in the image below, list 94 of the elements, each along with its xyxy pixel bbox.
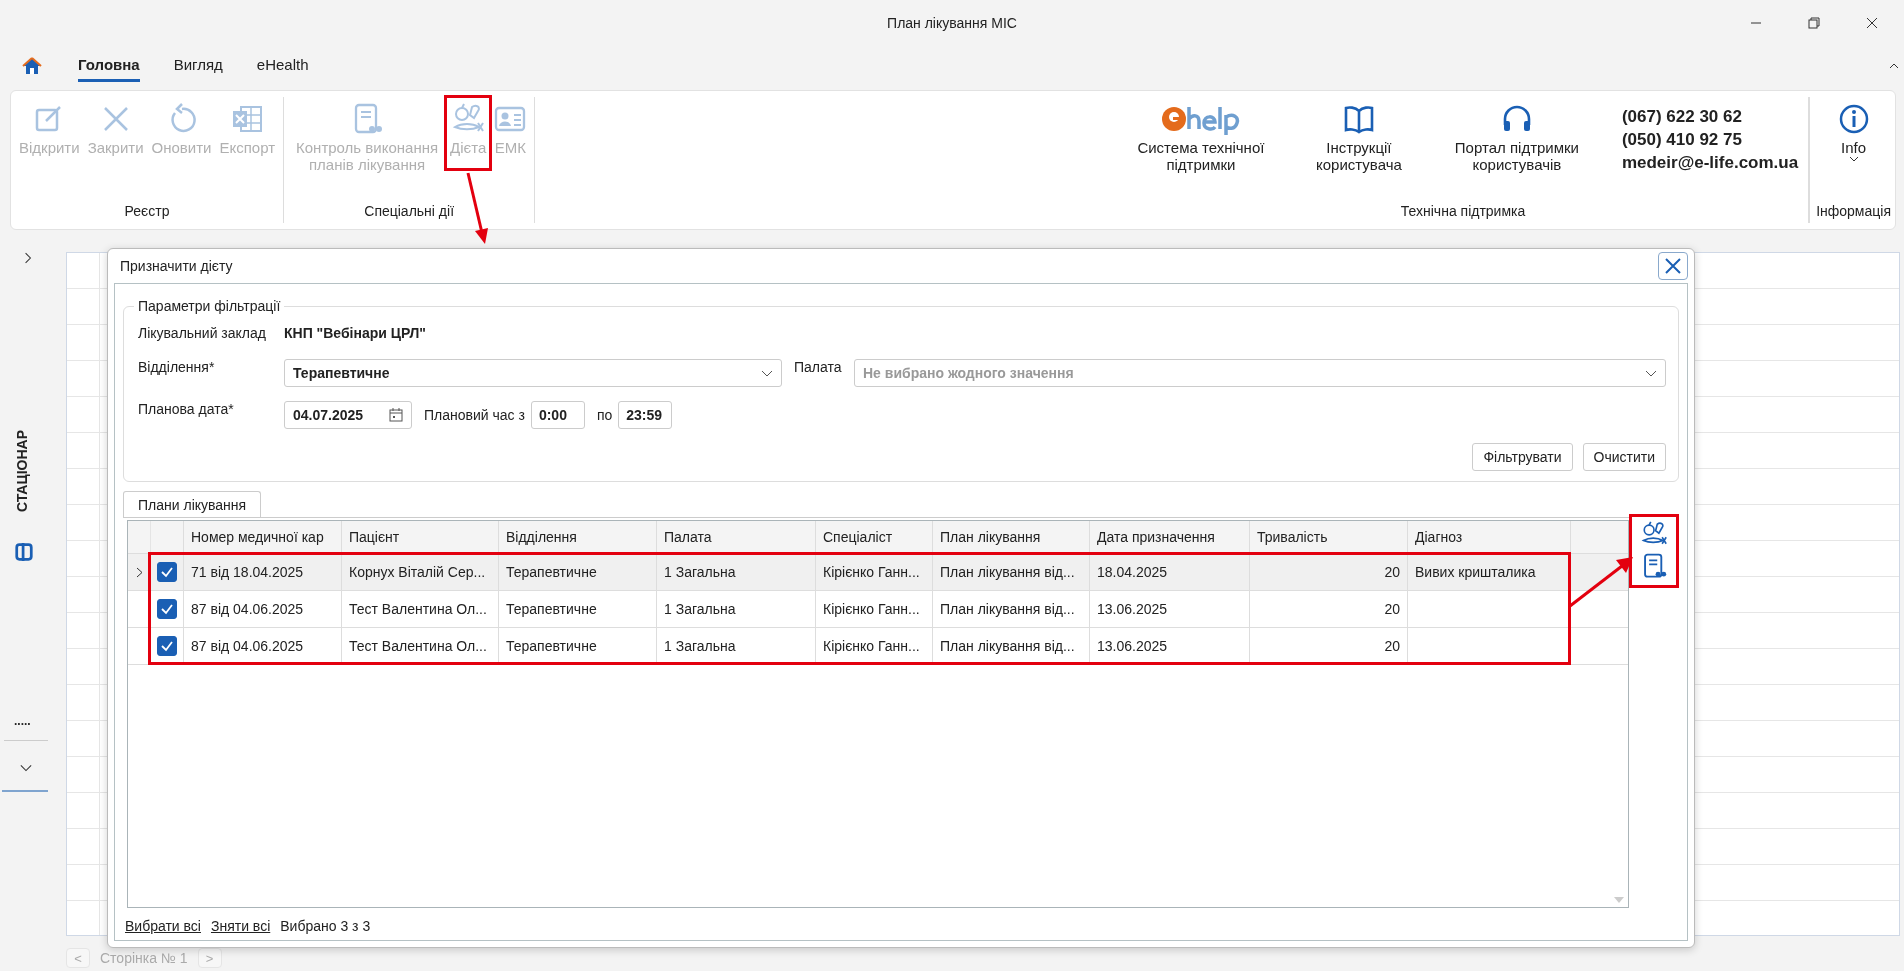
table-cell: 87 від 04.06.2025: [191, 601, 304, 617]
close-icon: [1665, 258, 1681, 274]
phone-number: (067) 622 30 62: [1621, 107, 1743, 127]
table-cell: Терапевтичне: [506, 564, 597, 580]
table-cell: План лікування від...: [940, 638, 1075, 654]
filter-button[interactable]: Фільтрувати: [1472, 443, 1573, 471]
chevron-down-icon: [1645, 369, 1657, 377]
table-cell: 1 Загальна: [664, 601, 736, 617]
ribbon-tab[interactable]: Головна: [78, 50, 140, 82]
spreadsheet-icon: [231, 103, 264, 135]
table-cell: Корнух Віталій Сер...: [349, 564, 486, 580]
group-title: Параметри фільтрації: [134, 298, 285, 314]
column-header[interactable]: Пацієнт: [342, 521, 499, 553]
check-icon: [160, 639, 174, 653]
field-label: Планова дата*: [138, 401, 235, 417]
dialog-title: Призначити дієту: [120, 258, 233, 274]
chevron-down-icon: [1848, 156, 1859, 162]
table-cell: Терапевтичне: [506, 601, 597, 617]
table-cell: Терапевтичне: [506, 638, 597, 654]
column-header[interactable]: Діагноз: [1408, 521, 1571, 553]
table-cell: 87 від 04.06.2025: [191, 638, 304, 654]
field-label: Відділення*: [138, 359, 216, 375]
time-to-field[interactable]: 23:59: [618, 401, 673, 429]
food-icon: [1641, 521, 1668, 547]
field-label: Лікувальний заклад: [138, 325, 267, 341]
check-icon: [160, 565, 174, 579]
row-checkbox[interactable]: [157, 599, 177, 619]
column-header[interactable]: Палата: [657, 521, 816, 553]
more-label[interactable]: .....: [14, 714, 31, 728]
department-dropdown[interactable]: Терапевтичне: [284, 359, 782, 387]
document-binoculars-icon: [1641, 553, 1668, 579]
section-label[interactable]: СТАЦІОНАР: [14, 430, 30, 513]
table-cell: 13.06.2025: [1097, 601, 1168, 617]
table-cell: 13.06.2025: [1097, 638, 1168, 654]
field-label: по: [596, 407, 613, 423]
column-header[interactable]: Спеціаліст: [816, 521, 933, 553]
field-label: Палата: [794, 359, 843, 375]
table-cell: 71 від 18.04.2025: [191, 564, 304, 580]
expand-icon[interactable]: [24, 252, 32, 264]
time-from-field[interactable]: 0:00: [530, 401, 585, 429]
group-label: Технічна підтримка: [1400, 203, 1526, 221]
ribbon-button[interactable]: Інструкції користувача: [1279, 99, 1438, 177]
chevron-down-icon[interactable]: [20, 764, 32, 772]
table-cell: 20: [1384, 601, 1400, 617]
table-cell: Тест Валентина Ол...: [349, 601, 487, 617]
ribbon-tab[interactable]: eHealth: [256, 50, 309, 82]
table-cell: 1 Загальна: [664, 564, 736, 580]
column-header[interactable]: Відділення: [499, 521, 657, 553]
group-label: Спеціальні дії: [364, 203, 455, 221]
field-label: Плановий час з: [424, 407, 525, 423]
table-cell: 1 Загальна: [664, 638, 736, 654]
ribbon-button[interactable]: Портал підтримки користувачів: [1437, 99, 1596, 177]
date-field[interactable]: 04.07.2025: [284, 401, 412, 429]
table-cell: Кірієнко Ганн...: [823, 638, 920, 654]
table-cell: 20: [1384, 638, 1400, 654]
table-cell: План лікування від...: [940, 564, 1075, 580]
phone-number: (050) 410 92 75: [1621, 130, 1743, 150]
column-header[interactable]: Тривалість: [1250, 521, 1408, 553]
selection-count: Вибрано 3 з 3: [280, 918, 371, 934]
deselect-all-link[interactable]: Зняти всі: [210, 918, 271, 934]
table-cell: Вивих кришталика: [1415, 564, 1536, 580]
calendar-icon: [389, 408, 403, 422]
grid-tab[interactable]: Плани лікування: [123, 491, 262, 517]
close-button[interactable]: [1658, 252, 1688, 280]
table-cell: Тест Валентина Ол...: [349, 638, 487, 654]
column-header[interactable]: План лікування: [933, 521, 1090, 553]
email-address: medeir@e-life.com.ua: [1621, 153, 1799, 173]
table-cell: Кірієнко Ганн...: [823, 564, 920, 580]
chevron-down-icon: [761, 369, 773, 377]
group-label: Інформація: [1816, 203, 1891, 221]
row-checkbox[interactable]: [157, 636, 177, 656]
page-label: Сторінка № 1: [100, 950, 188, 966]
table-cell: Кірієнко Ганн...: [823, 601, 920, 617]
window-title: План лікування МІС: [887, 15, 1017, 31]
info-button[interactable]: Info: [1833, 99, 1874, 166]
info-icon: [1837, 103, 1870, 135]
check-icon: [160, 602, 174, 616]
home-icon[interactable]: [22, 56, 42, 76]
filter-button[interactable]: Очистити: [1582, 443, 1666, 471]
facility-value: КНП "Вебінари ЦРЛ": [284, 325, 426, 341]
current-row-icon: [135, 566, 143, 578]
ribbon-tab[interactable]: Вигляд: [173, 50, 223, 82]
book-icon: [1342, 103, 1375, 135]
table-cell: 18.04.2025: [1097, 564, 1168, 580]
group-label: Реєстр: [124, 203, 170, 221]
column-header[interactable]: Дата призначення: [1090, 521, 1250, 553]
table-cell: 20: [1384, 564, 1400, 580]
restore-icon[interactable]: [1808, 17, 1820, 29]
close-icon[interactable]: [1866, 17, 1878, 29]
column-header[interactable]: Номер медичної кар: [184, 521, 342, 553]
select-all-link[interactable]: Вибрати всі: [125, 918, 201, 934]
ribbon-button[interactable]: Система технічної підтримки: [1121, 99, 1280, 177]
row-checkbox[interactable]: [157, 562, 177, 582]
table-cell: План лікування від...: [940, 601, 1075, 617]
